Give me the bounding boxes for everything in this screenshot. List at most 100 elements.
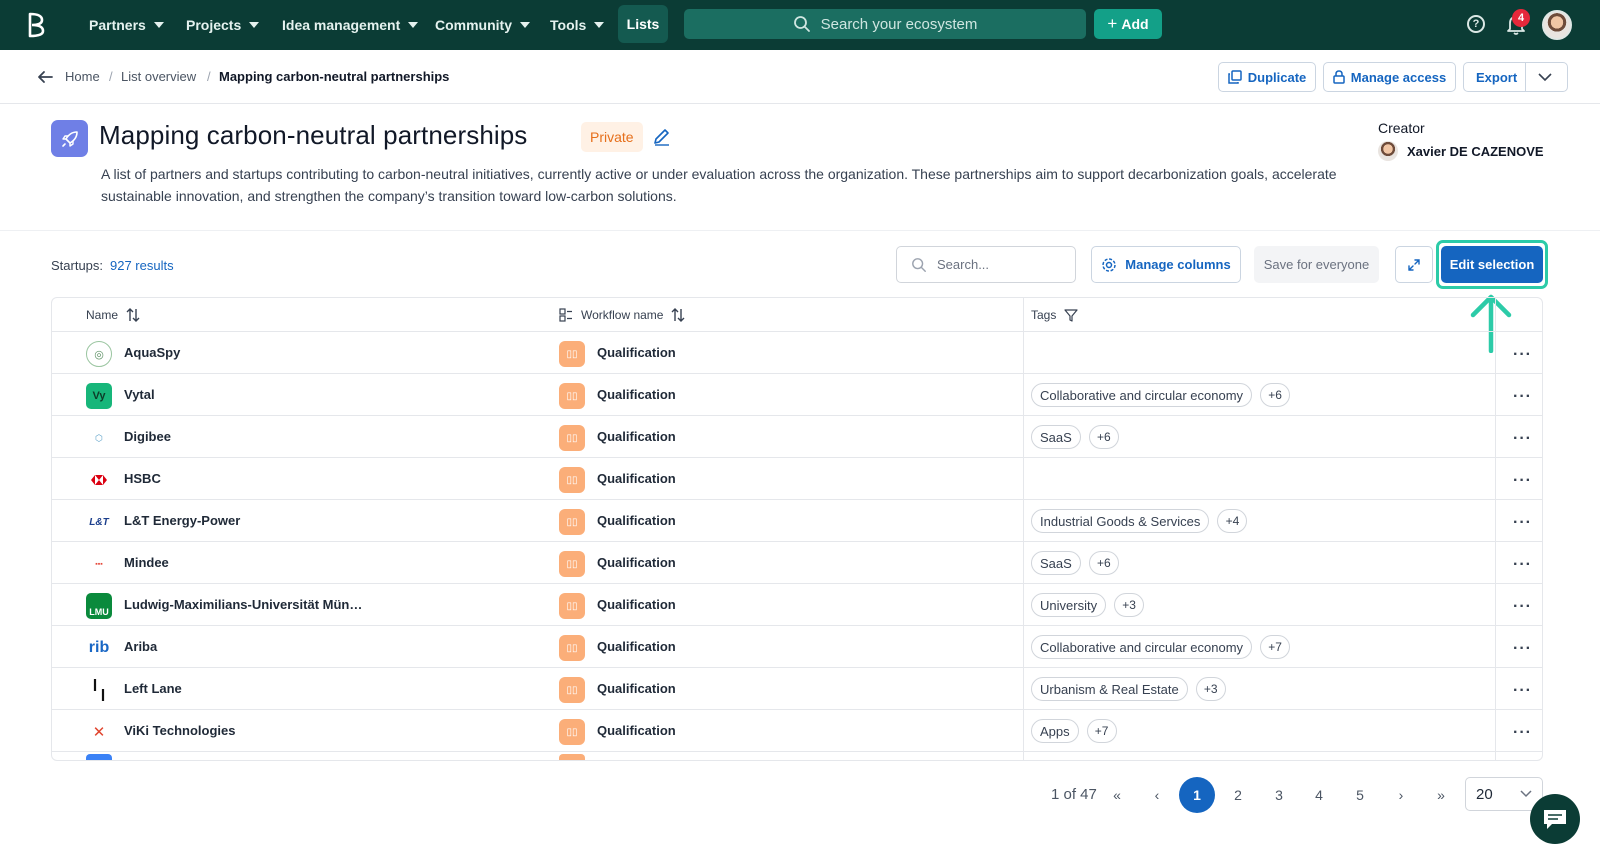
- ariba-logo: rib: [88, 639, 110, 656]
- row-name[interactable]: Digibee: [124, 429, 171, 444]
- help-icon[interactable]: ?: [1467, 15, 1485, 33]
- chat-support-button[interactable]: [1530, 794, 1580, 844]
- more-tags-chip[interactable]: +7: [1086, 719, 1117, 743]
- more-options-icon[interactable]: ···: [1513, 682, 1532, 700]
- nav-idea-management[interactable]: Idea management: [282, 0, 419, 50]
- workflow-stage-icon: ▯▯: [559, 467, 585, 493]
- sort-icon[interactable]: [126, 308, 140, 322]
- breadcrumb-list-overview[interactable]: List overview: [121, 69, 196, 84]
- user-avatar[interactable]: [1542, 10, 1572, 40]
- tag-chip[interactable]: SaaS: [1031, 425, 1081, 449]
- page-button-4[interactable]: 4: [1301, 777, 1337, 813]
- row-name[interactable]: Vytal: [124, 387, 155, 402]
- more-tags-chip[interactable]: +3: [1195, 677, 1226, 701]
- first-page-icon[interactable]: «: [1099, 777, 1135, 813]
- row-name[interactable]: Left Lane: [124, 681, 182, 696]
- more-options-icon[interactable]: ···: [1513, 514, 1532, 532]
- edit-selection-button[interactable]: Edit selection: [1441, 246, 1543, 283]
- table-row[interactable]: HSBC ▯▯ Qualification ···: [52, 458, 1542, 500]
- more-tags-chip[interactable]: +6: [1088, 551, 1119, 575]
- last-page-icon[interactable]: »: [1423, 777, 1459, 813]
- edit-pencil-icon[interactable]: [652, 126, 672, 146]
- notification-badge: 4: [1512, 9, 1530, 27]
- row-name[interactable]: L&T Energy-Power: [124, 513, 240, 528]
- manage-columns-button[interactable]: Manage columns: [1091, 246, 1241, 283]
- column-header-name[interactable]: Name: [86, 298, 140, 332]
- table-search-input[interactable]: Search...: [896, 246, 1076, 283]
- table-row[interactable]: Left Lane ▯▯ Qualification Urbanism & Re…: [52, 668, 1542, 710]
- more-options-icon[interactable]: ···: [1513, 346, 1532, 364]
- global-search-input[interactable]: Search your ecosystem: [684, 9, 1086, 39]
- table-row[interactable]: ✕ ViKi Technologies ▯▯ Qualification App…: [52, 710, 1542, 752]
- page-button-1[interactable]: 1: [1179, 777, 1215, 813]
- page-button-5[interactable]: 5: [1342, 777, 1378, 813]
- row-workflow: Qualification: [597, 387, 676, 402]
- chevron-down-icon[interactable]: [1538, 72, 1552, 82]
- row-name[interactable]: ViKi Technologies: [124, 723, 235, 738]
- table-row[interactable]: Vy Vytal ▯▯ Qualification Collaborative …: [52, 374, 1542, 416]
- more-tags-chip[interactable]: +7: [1260, 635, 1291, 659]
- app-logo[interactable]: [26, 12, 46, 38]
- tag-chip[interactable]: Collaborative and circular economy: [1031, 635, 1253, 659]
- more-options-icon[interactable]: ···: [1513, 724, 1532, 742]
- lmu-logo: LMU: [86, 593, 112, 619]
- nav-projects[interactable]: Projects: [186, 0, 260, 50]
- more-tags-chip[interactable]: +3: [1114, 593, 1145, 617]
- more-options-icon[interactable]: ···: [1513, 556, 1532, 574]
- row-tags: Collaborative and circular economy +6: [1031, 382, 1291, 408]
- page-button-2[interactable]: 2: [1220, 777, 1256, 813]
- more-tags-chip[interactable]: +6: [1088, 425, 1119, 449]
- creator-name[interactable]: Xavier DE CAZENOVE: [1407, 144, 1544, 159]
- tag-chip[interactable]: Industrial Goods & Services: [1031, 509, 1210, 533]
- table-row[interactable]: ⬡ Digibee ▯▯ Qualification SaaS +6 ···: [52, 416, 1542, 458]
- tag-chip[interactable]: Collaborative and circular economy: [1031, 383, 1253, 407]
- row-name[interactable]: Ludwig-Maximilians-Universität Mün…: [124, 597, 362, 612]
- tag-chip[interactable]: University: [1031, 593, 1107, 617]
- add-button[interactable]: + Add: [1094, 9, 1162, 39]
- nav-partners[interactable]: Partners: [89, 0, 164, 50]
- more-options-icon[interactable]: ···: [1513, 472, 1532, 490]
- expand-button[interactable]: [1395, 246, 1433, 283]
- next-page-icon[interactable]: ›: [1383, 777, 1419, 813]
- table-row[interactable]: L&T L&T Energy-Power ▯▯ Qualification In…: [52, 500, 1542, 542]
- more-tags-chip[interactable]: +4: [1217, 509, 1248, 533]
- duplicate-button[interactable]: Duplicate: [1218, 62, 1316, 92]
- manage-access-button[interactable]: Manage access: [1323, 62, 1456, 92]
- more-tags-chip[interactable]: +6: [1260, 383, 1291, 407]
- more-options-icon[interactable]: ···: [1513, 640, 1532, 658]
- tag-chip[interactable]: Apps: [1031, 719, 1079, 743]
- export-button[interactable]: Export: [1463, 62, 1568, 92]
- column-tags-label: Tags: [1031, 308, 1057, 322]
- nav-community[interactable]: Community: [435, 0, 530, 50]
- tag-chip[interactable]: SaaS: [1031, 551, 1081, 575]
- filter-icon[interactable]: [1064, 308, 1078, 322]
- breadcrumb-home[interactable]: Home: [65, 69, 100, 84]
- add-button-label: Add: [1121, 16, 1149, 32]
- duplicate-icon: [1227, 70, 1242, 84]
- column-header-workflow[interactable]: Workflow name: [559, 298, 685, 332]
- page-button-3[interactable]: 3: [1261, 777, 1297, 813]
- nav-lists[interactable]: Lists: [618, 5, 668, 43]
- row-workflow: Qualification: [597, 555, 676, 570]
- row-name[interactable]: Ariba: [124, 639, 157, 654]
- column-header-tags[interactable]: Tags: [1031, 298, 1078, 332]
- table-row[interactable]: rib Ariba ▯▯ Qualification Collaborative…: [52, 626, 1542, 668]
- per-page-select[interactable]: 20: [1465, 777, 1543, 811]
- previous-page-icon[interactable]: ‹: [1139, 777, 1175, 813]
- save-for-everyone-button[interactable]: Save for everyone: [1254, 246, 1379, 283]
- row-name[interactable]: Mindee: [124, 555, 169, 570]
- row-name[interactable]: HSBC: [124, 471, 161, 486]
- workflow-stage-icon: ▯▯: [559, 677, 585, 703]
- back-arrow-icon[interactable]: [36, 68, 54, 86]
- tag-chip[interactable]: Urbanism & Real Estate: [1031, 677, 1188, 701]
- plus-icon: +: [1107, 14, 1118, 33]
- nav-tools[interactable]: Tools: [550, 0, 605, 50]
- row-name[interactable]: AquaSpy: [124, 345, 180, 360]
- table-row[interactable]: ◎ AquaSpy ▯▯ Qualification ···: [52, 332, 1542, 374]
- more-options-icon[interactable]: ···: [1513, 598, 1532, 616]
- table-row[interactable]: LMU Ludwig-Maximilians-Universität Mün… …: [52, 584, 1542, 626]
- table-row[interactable]: ▪▪▪ Mindee ▯▯ Qualification SaaS +6 ···: [52, 542, 1542, 584]
- more-options-icon[interactable]: ···: [1513, 388, 1532, 406]
- more-options-icon[interactable]: ···: [1513, 430, 1532, 448]
- sort-icon[interactable]: [671, 308, 685, 322]
